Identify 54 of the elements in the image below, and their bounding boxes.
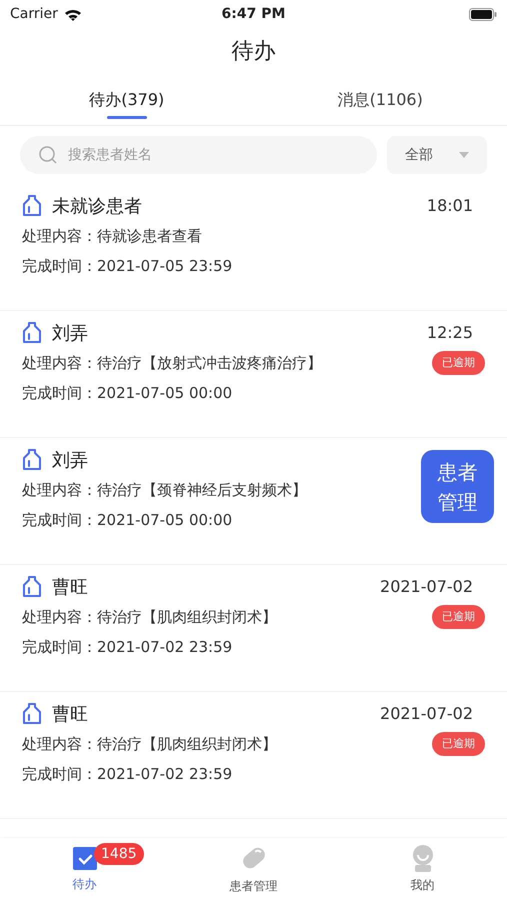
- patient-management-button[interactable]: 患者 管理: [421, 450, 494, 523]
- wifi-icon: [64, 8, 82, 20]
- overdue-badge: 已逾期: [432, 732, 485, 756]
- tab-bar-item[interactable]: 患者管理: [169, 838, 338, 900]
- task-time: 2021-07-02: [380, 703, 474, 725]
- checklist-icon: [72, 845, 98, 871]
- tab-bar-item[interactable]: 待办 1485: [0, 838, 169, 900]
- patient-name: 刘弄: [52, 448, 88, 472]
- content-label: 处理内容：: [22, 606, 97, 628]
- clock-text: 6:47 PM: [222, 4, 286, 24]
- tab-bar-item[interactable]: 我的: [338, 838, 507, 900]
- due-label: 完成时间：: [22, 256, 97, 277]
- carrier-text: Carrier: [10, 4, 58, 24]
- content-label: 处理内容：: [22, 226, 97, 247]
- battery-icon: [468, 8, 497, 20]
- content-text: 待治疗【肌肉组织封闭术】: [97, 734, 278, 755]
- bottle-icon: [22, 449, 42, 471]
- content-text: 待治疗【肌肉组织封闭术】: [97, 606, 278, 628]
- due-time: 2021-07-02 23:59: [97, 636, 232, 658]
- due-label: 完成时间：: [22, 382, 97, 404]
- search-icon: [38, 145, 58, 165]
- patient-name: 未就诊患者: [52, 194, 142, 218]
- patient-name: 曹旺: [52, 702, 88, 726]
- overdue-badge: 已逾期: [432, 351, 485, 375]
- due-time: 2021-07-05 00:00: [97, 382, 232, 404]
- due-label: 完成时间：: [22, 764, 97, 785]
- tab[interactable]: 待办(379): [0, 74, 254, 125]
- tab[interactable]: 消息(1106): [254, 74, 507, 125]
- task-time: 18:01: [426, 195, 474, 217]
- task-time: 12:25: [426, 322, 474, 344]
- patient-name: 刘弄: [52, 322, 88, 346]
- patient-name: 曹旺: [52, 576, 88, 600]
- content-text: 待治疗【放射式冲击波疼痛治疗】: [97, 352, 323, 374]
- due-label: 完成时间：: [22, 636, 97, 658]
- content-text: 待就诊患者查看: [97, 226, 203, 247]
- content-label: 处理内容：: [22, 352, 97, 374]
- due-time: 2021-07-05 00:00: [97, 510, 232, 531]
- bottle-icon: [22, 322, 42, 344]
- caret-icon: [459, 152, 469, 158]
- count-badge: 1485: [94, 843, 144, 865]
- page-title: 待办: [232, 38, 276, 66]
- due-label: 完成时间：: [22, 510, 97, 531]
- task-time: 2021-07-02: [380, 576, 474, 598]
- content-label: 处理内容：: [22, 734, 97, 755]
- content-label: 处理内容：: [22, 480, 97, 501]
- content-text: 待治疗【颈脊神经后支射频术】: [97, 480, 308, 501]
- filter-dropdown[interactable]: 全部: [387, 136, 487, 174]
- due-time: 2021-07-05 23:59: [97, 256, 232, 277]
- overdue-badge: 已逾期: [432, 605, 485, 629]
- bottle-icon: [22, 195, 42, 217]
- bottle-icon: [22, 703, 42, 725]
- search-field[interactable]: 搜索患者姓名: [20, 136, 377, 174]
- due-time: 2021-07-02 23:59: [97, 764, 232, 785]
- bottle-icon: [22, 576, 42, 598]
